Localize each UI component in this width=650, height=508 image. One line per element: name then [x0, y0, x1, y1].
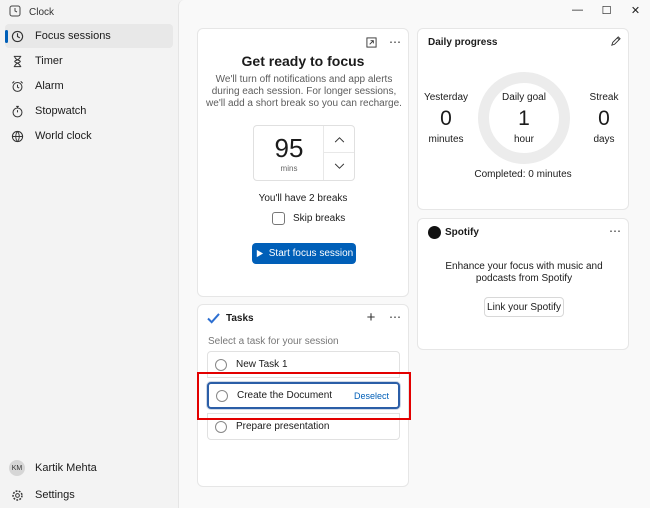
app-title: Clock: [29, 6, 55, 18]
duration-value[interactable]: 95: [254, 133, 324, 164]
sidebar-item-focus-sessions[interactable]: Focus sessions: [5, 24, 173, 48]
daily-goal-stat: Daily goal 1 hour: [502, 92, 546, 145]
skip-breaks-label: Skip breaks: [293, 213, 346, 224]
more-options-icon[interactable]: ⋯: [388, 35, 402, 49]
compact-mode-icon[interactable]: [364, 35, 378, 49]
focus-title: Get ready to focus: [241, 53, 365, 69]
decrease-duration-button[interactable]: [324, 153, 354, 180]
task-radio[interactable]: [216, 389, 228, 402]
daily-progress-card: Daily progress Yesterday 0 minutes Daily…: [417, 28, 629, 210]
focus-session-card: ⋯ Get ready to focus We'll turn off noti…: [197, 28, 409, 297]
task-radio[interactable]: [215, 420, 227, 433]
maximize-button[interactable]: ☐: [592, 0, 621, 20]
sidebar-item-label: Timer: [35, 55, 63, 67]
sidebar-item-label: Alarm: [35, 80, 64, 92]
breaks-info: You'll have 2 breaks: [258, 193, 348, 204]
task-item-selected[interactable]: Create the Document Deselect: [207, 382, 400, 409]
user-name: Kartik Mehta: [35, 462, 97, 474]
edit-pencil-icon[interactable]: [608, 34, 622, 48]
spotify-card: Spotify ⋯ Enhance your focus with music …: [417, 218, 629, 350]
more-options-icon[interactable]: ⋯: [388, 310, 402, 324]
add-task-icon[interactable]: +: [364, 309, 378, 326]
duration-picker[interactable]: 95 mins: [253, 125, 355, 181]
focus-description: We'll turn off notifications and app ale…: [206, 74, 402, 109]
streak-stat: Streak 0 days: [589, 92, 619, 145]
settings-button[interactable]: Settings: [5, 483, 173, 507]
play-icon: [256, 249, 263, 258]
hourglass-icon: [9, 53, 25, 69]
stopwatch-icon: [9, 103, 25, 119]
more-options-icon[interactable]: ⋯: [608, 224, 622, 238]
deselect-link[interactable]: Deselect: [354, 391, 389, 401]
completed-text: Completed: 0 minutes: [474, 169, 572, 180]
task-item[interactable]: New Task 1: [207, 351, 400, 378]
sidebar-item-world-clock[interactable]: World clock: [5, 124, 173, 148]
yesterday-stat: Yesterday 0 minutes: [423, 92, 469, 145]
sidebar-item-timer[interactable]: Timer: [5, 49, 173, 73]
sidebar: Clock Focus sessions Timer Alarm Stopwat…: [0, 0, 178, 508]
duration-unit: mins: [280, 164, 298, 173]
sidebar-item-alarm[interactable]: Alarm: [5, 74, 173, 98]
spotify-description: Enhance your focus with music and podcas…: [445, 261, 603, 284]
minimize-button[interactable]: —: [563, 0, 592, 20]
tasks-subtitle: Select a task for your session: [208, 336, 339, 347]
skip-breaks-checkbox[interactable]: Skip breaks: [272, 212, 345, 225]
chevron-down-icon: [334, 163, 344, 169]
user-account-button[interactable]: KM Kartik Mehta: [5, 456, 173, 480]
chevron-up-icon: [334, 136, 344, 142]
sidebar-nav: Focus sessions Timer Alarm Stopwatch Wor…: [0, 24, 178, 149]
checkbox[interactable]: [272, 212, 285, 225]
sidebar-item-stopwatch[interactable]: Stopwatch: [5, 99, 173, 123]
close-button[interactable]: ✕: [621, 0, 650, 20]
increase-duration-button[interactable]: [324, 126, 354, 153]
sidebar-item-label: World clock: [35, 130, 92, 142]
sidebar-item-label: Stopwatch: [35, 105, 87, 117]
tasks-title: Tasks: [226, 313, 254, 324]
app-title-bar: Clock: [9, 5, 54, 19]
settings-label: Settings: [35, 489, 75, 501]
sidebar-item-label: Focus sessions: [35, 30, 111, 42]
avatar: KM: [9, 460, 25, 476]
todo-check-icon: [207, 313, 220, 324]
spotify-name: Spotify: [445, 227, 479, 238]
sidebar-bottom: KM Kartik Mehta Settings: [0, 456, 178, 508]
progress-title: Daily progress: [428, 37, 498, 48]
gear-icon: [9, 487, 25, 503]
spotify-logo-icon: [428, 226, 441, 239]
task-radio[interactable]: [215, 358, 227, 371]
window-controls: — ☐ ✕: [563, 0, 650, 20]
link-spotify-button[interactable]: Link your Spotify: [484, 297, 564, 317]
tasks-card: Tasks + ⋯ Select a task for your session…: [197, 304, 409, 487]
globe-icon: [9, 128, 25, 144]
task-item[interactable]: Prepare presentation: [207, 413, 400, 440]
alarm-icon: [9, 78, 25, 94]
start-focus-session-button[interactable]: Start focus session: [252, 243, 356, 264]
clock-app-icon: [9, 5, 21, 20]
focus-icon: [9, 28, 25, 44]
